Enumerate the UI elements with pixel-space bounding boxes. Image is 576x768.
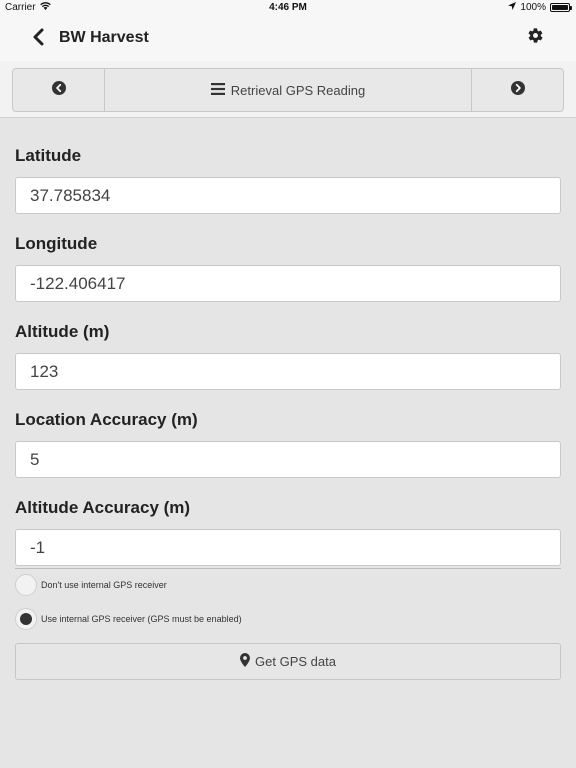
step-menu-button[interactable]: Retrieval GPS Reading <box>105 69 471 111</box>
circle-chevron-right-icon <box>510 80 525 100</box>
altitude-group: Altitude (m) <box>15 306 561 394</box>
radio-dot <box>20 613 32 625</box>
step-nav: Retrieval GPS Reading <box>12 68 564 112</box>
longitude-group: Longitude <box>15 218 561 306</box>
step-nav-container: Retrieval GPS Reading <box>0 61 576 118</box>
radio-unselected-icon <box>15 574 37 596</box>
app-header: BW Harvest <box>0 16 576 61</box>
battery-icon <box>550 3 572 12</box>
altitude-input[interactable] <box>15 353 561 390</box>
location-accuracy-input[interactable] <box>15 441 561 478</box>
radio-selected-icon <box>15 608 37 630</box>
gear-icon <box>527 27 544 49</box>
battery-fill <box>552 5 568 10</box>
step-title: Retrieval GPS Reading <box>230 82 366 98</box>
altitude-accuracy-group: Altitude Accuracy (m) <box>15 482 561 570</box>
latitude-group: Latitude <box>15 130 561 218</box>
previous-step-button[interactable] <box>13 69 105 111</box>
status-time: 4:46 PM <box>269 2 307 13</box>
battery-percent: 100% <box>520 2 546 13</box>
get-gps-data-button[interactable]: Get GPS data <box>15 643 561 680</box>
location-accuracy-group: Location Accuracy (m) <box>15 394 561 482</box>
latitude-input[interactable] <box>15 177 561 214</box>
back-button[interactable] <box>26 27 50 51</box>
settings-button[interactable] <box>524 27 546 49</box>
longitude-input[interactable] <box>15 265 561 302</box>
altitude-accuracy-label: Altitude Accuracy (m) <box>15 498 191 517</box>
latitude-label: Latitude <box>15 146 82 165</box>
map-marker-icon <box>240 653 251 670</box>
hamburger-menu-icon <box>210 82 225 98</box>
altitude-accuracy-input[interactable] <box>15 529 561 566</box>
page-title: BW Harvest <box>59 29 149 46</box>
radio-label-no-internal-gps: Don't use internal GPS receiver <box>41 580 167 590</box>
chevron-left-icon <box>32 28 44 51</box>
divider <box>15 568 561 569</box>
altitude-label: Altitude (m) <box>15 322 110 341</box>
gps-form: Latitude Longitude Altitude (m) Location… <box>15 130 561 570</box>
next-step-button[interactable] <box>471 69 563 111</box>
location-arrow-icon <box>508 2 517 13</box>
status-bar: Carrier 4:46 PM 100% <box>0 0 576 16</box>
circle-chevron-left-icon <box>51 80 66 100</box>
status-right: 100% <box>508 2 572 13</box>
radio-use-internal-gps[interactable]: Use internal GPS receiver (GPS must be e… <box>15 608 242 630</box>
radio-label-use-internal-gps: Use internal GPS receiver (GPS must be e… <box>41 614 242 624</box>
radio-no-internal-gps[interactable]: Don't use internal GPS receiver <box>15 574 167 596</box>
longitude-label: Longitude <box>15 234 98 253</box>
get-gps-data-label: Get GPS data <box>255 654 336 669</box>
location-accuracy-label: Location Accuracy (m) <box>15 410 198 429</box>
